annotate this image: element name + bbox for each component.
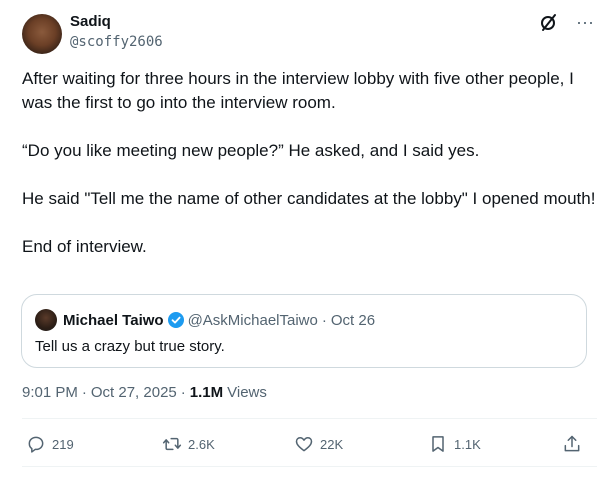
quoted-author-handle[interactable]: @AskMichaelTaiwo [188,312,318,329]
bookmark-icon [432,436,444,452]
views-label: Views [227,384,267,401]
reply-button[interactable]: 219 [26,430,74,458]
grok-icon[interactable] [537,10,561,34]
header-actions: ··· [537,10,597,34]
more-icon[interactable]: ··· [573,10,597,34]
author-info: Sadiq @scoffy2606 [70,13,163,53]
quoted-separator: · [321,311,327,329]
meta-separator: · [180,384,186,401]
repost-icon [162,437,182,451]
bookmark-button[interactable]: 1.1K [428,430,481,458]
quoted-date[interactable]: Oct 26 [331,312,375,329]
heart-icon [295,437,313,452]
quoted-tweet-header: Michael Taiwo @AskMichaelTaiwo · Oct 26 [35,309,375,331]
share-icon [564,435,580,452]
tweet-paragraph: “Do you like meeting new people?” He ask… [22,141,480,160]
bookmark-count: 1.1K [454,436,481,452]
reply-count: 219 [52,436,74,452]
tweet-body: After waiting for three hours in the int… [22,67,597,259]
quoted-author-name[interactable]: Michael Taiwo [63,312,164,329]
meta-separator: · [81,384,87,401]
quoted-tweet[interactable]: Michael Taiwo @AskMichaelTaiwo · Oct 26 … [21,294,587,368]
tweet-meta: 9:01 PM · Oct 27, 2025 · 1.1M Views [22,384,267,401]
reply-icon [28,436,44,453]
quoted-tweet-text: Tell us a crazy but true story. [35,338,225,355]
tweet-paragraph: End of interview. [22,237,147,256]
author-avatar[interactable] [22,14,62,54]
tweet-date[interactable]: Oct 27, 2025 [91,384,177,401]
tweet-paragraph: He said "Tell me the name of other candi… [22,189,596,208]
bottom-divider [22,466,597,467]
views-count: 1.1M [189,384,224,401]
repost-count: 2.6K [188,436,215,452]
tweet-paragraph: After waiting for three hours in the int… [22,69,574,112]
tweet-header: Sadiq @scoffy2606 ··· [22,10,597,56]
tweet-time[interactable]: 9:01 PM [22,384,78,401]
like-button[interactable]: 22K [294,430,343,458]
divider [22,418,597,419]
share-button[interactable] [562,430,582,458]
author-name[interactable]: Sadiq [70,13,163,31]
verified-badge-icon [167,312,184,328]
action-bar: 219 2.6K 22K 1.1K [22,430,597,458]
repost-button[interactable]: 2.6K [162,430,215,458]
quoted-author-avatar[interactable] [35,309,57,331]
like-count: 22K [320,436,344,452]
author-handle[interactable]: @scoffy2606 [70,31,163,53]
